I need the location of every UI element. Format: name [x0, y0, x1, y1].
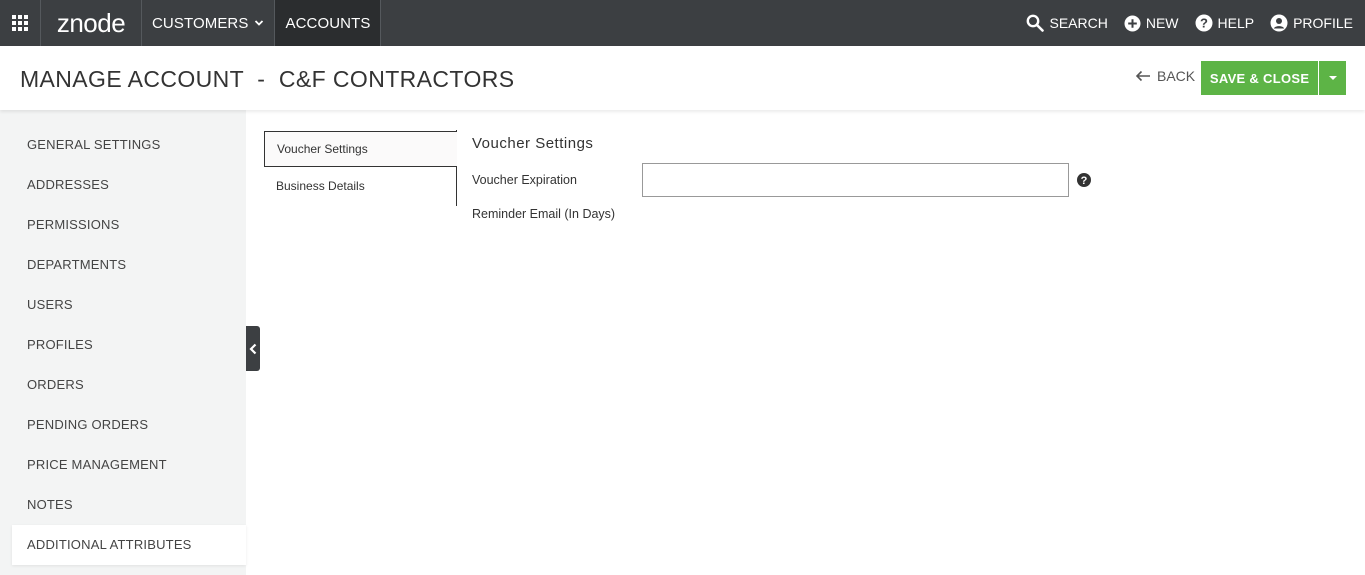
sidebar-item-price-management[interactable]: PRICE MANAGEMENT — [27, 457, 167, 472]
grid-icon — [12, 15, 28, 31]
voucher-expiration-input[interactable] — [642, 163, 1069, 197]
nav-customers-label: CUSTOMERS — [152, 14, 249, 32]
reminder-email-label: Reminder Email (In Days) — [472, 207, 616, 221]
nav-accounts-label: ACCOUNTS — [285, 14, 371, 32]
subtab-business-details[interactable]: Business Details — [264, 168, 457, 204]
sidebar-item-general-settings[interactable]: GENERAL SETTINGS — [27, 137, 160, 152]
subtab-voucher-settings[interactable]: Voucher Settings — [264, 131, 457, 167]
sidebar-item-orders[interactable]: ORDERS — [27, 377, 84, 392]
back-button[interactable]: BACK — [1135, 68, 1195, 84]
sidebar-item-additional-attributes[interactable]: ADDITIONAL ATTRIBUTES — [27, 537, 192, 552]
svg-text:?: ? — [1200, 16, 1208, 31]
help-label: HELP — [1217, 15, 1255, 31]
save-close-group: SAVE & CLOSE — [1201, 61, 1346, 95]
arrow-left-icon — [1135, 70, 1150, 82]
search-label: SEARCH — [1049, 15, 1108, 31]
user-circle-icon — [1270, 14, 1288, 32]
profile-label: PROFILE — [1293, 15, 1353, 31]
nav-actions: SEARCH NEW ? HELP PROFILE — [1010, 0, 1365, 46]
sidebar: GENERAL SETTINGS ADDRESSES PERMISSIONS D… — [0, 110, 246, 575]
question-circle-icon: ? — [1195, 14, 1213, 32]
chevron-down-icon — [255, 20, 264, 26]
nav-accounts[interactable]: ACCOUNTS — [275, 0, 382, 46]
profile-button[interactable]: PROFILE — [1270, 14, 1353, 32]
subtabs: Voucher Settings Business Details — [264, 130, 457, 206]
new-label: NEW — [1145, 15, 1179, 31]
back-label: BACK — [1157, 68, 1196, 84]
help-button[interactable]: ? HELP — [1195, 14, 1255, 32]
save-options-dropdown[interactable] — [1319, 61, 1346, 95]
chevron-left-icon — [249, 343, 257, 354]
search-button[interactable]: SEARCH — [1026, 14, 1108, 32]
voucher-expiration-help[interactable]: ? — [1077, 173, 1091, 192]
search-icon — [1027, 14, 1045, 32]
page-title: MANAGE ACCOUNT - C&F CONTRACTORS — [20, 66, 515, 92]
sidebar-item-addresses[interactable]: ADDRESSES — [27, 177, 109, 192]
apps-grid-button[interactable] — [0, 0, 41, 46]
new-button[interactable]: NEW — [1124, 15, 1179, 32]
sidebar-item-pending-orders[interactable]: PENDING ORDERS — [27, 417, 148, 432]
sidebar-item-notes[interactable]: NOTES — [27, 497, 73, 512]
sidebar-item-permissions[interactable]: PERMISSIONS — [27, 217, 120, 232]
sidebar-item-profiles[interactable]: PROFILES — [27, 337, 93, 352]
sidebar-item-departments[interactable]: DEPARTMENTS — [27, 257, 126, 272]
plus-circle-icon — [1124, 15, 1141, 31]
section-title: Voucher Settings — [472, 135, 594, 152]
znode-logo[interactable]: znode — [41, 0, 142, 46]
top-navbar: znode CUSTOMERS ACCOUNTS SEARCH NEW ? HE… — [0, 0, 1365, 46]
question-circle-icon: ? — [1077, 173, 1091, 187]
sidebar-collapse-button[interactable] — [246, 326, 260, 371]
sidebar-item-users[interactable]: USERS — [27, 297, 73, 312]
save-close-button[interactable]: SAVE & CLOSE — [1201, 61, 1319, 95]
page-header: MANAGE ACCOUNT - C&F CONTRACTORS BACK SA… — [0, 46, 1365, 110]
voucher-expiration-label: Voucher Expiration — [472, 173, 577, 187]
nav-customers[interactable]: CUSTOMERS — [142, 0, 276, 46]
svg-text:?: ? — [1081, 175, 1088, 187]
